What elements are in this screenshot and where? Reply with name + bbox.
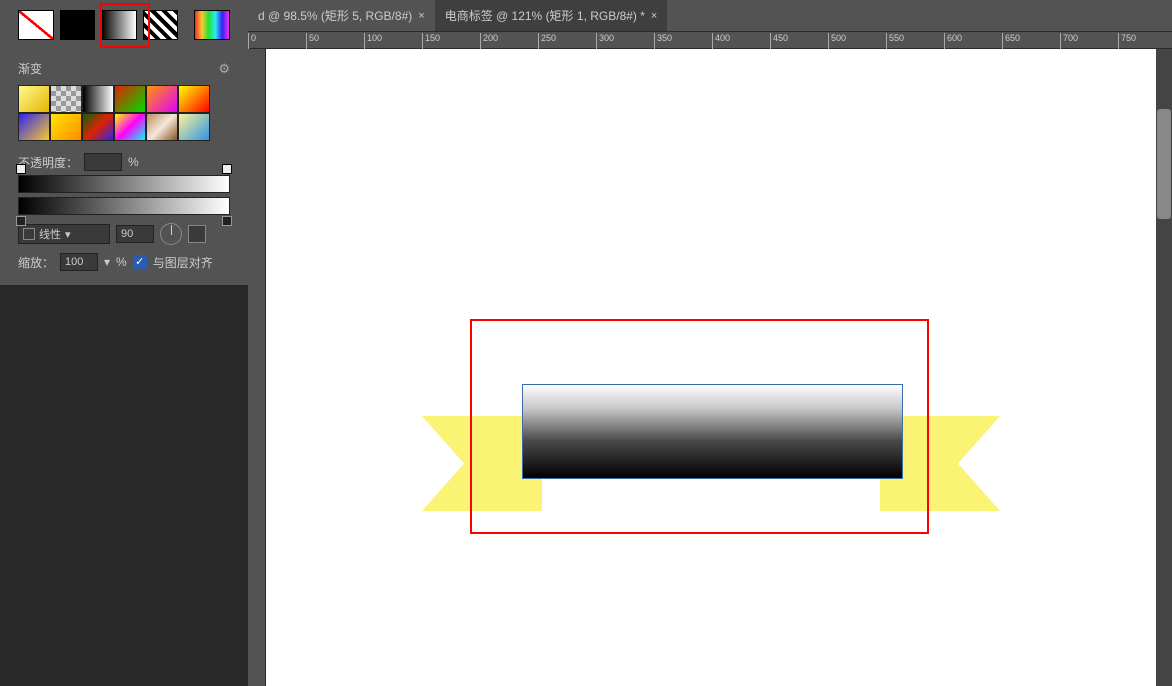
gradient-preset[interactable] xyxy=(146,113,178,141)
chevron-down-icon: ▾ xyxy=(65,228,71,241)
color-stop[interactable] xyxy=(16,216,26,226)
ruler-tick: 450 xyxy=(770,33,820,49)
gradient-preset[interactable] xyxy=(18,113,50,141)
color-picker-swatch[interactable] xyxy=(194,10,230,40)
gradient-preset[interactable] xyxy=(18,85,50,113)
scrollbar-thumb[interactable] xyxy=(1157,109,1171,219)
ruler-tick: 650 xyxy=(1002,33,1052,49)
ruler-tick: 500 xyxy=(828,33,878,49)
reverse-gradient-icon[interactable] xyxy=(188,225,206,243)
opacity-stop[interactable] xyxy=(16,164,26,174)
ruler-tick: 150 xyxy=(422,33,472,49)
gradient-preset[interactable] xyxy=(114,85,146,113)
vertical-scrollbar[interactable] xyxy=(1156,49,1172,686)
gradient-preset[interactable] xyxy=(114,113,146,141)
angle-input[interactable] xyxy=(116,225,154,243)
gradient-preset[interactable] xyxy=(82,113,114,141)
color-stops-bar[interactable] xyxy=(18,197,230,215)
ruler-tick: 100 xyxy=(364,33,414,49)
gradient-preset[interactable] xyxy=(50,113,82,141)
ruler-tick: 0 xyxy=(248,33,298,49)
ruler-tick: 400 xyxy=(712,33,762,49)
color-stop[interactable] xyxy=(222,216,232,226)
gradient-type-select[interactable]: 线性 ▾ xyxy=(18,224,110,244)
opacity-stops-bar[interactable] xyxy=(18,175,230,193)
document-tabs: d @ 98.5% (矩形 5, RGB/8#) × 电商标签 @ 121% (… xyxy=(248,0,1172,31)
gradient-preset[interactable] xyxy=(146,85,178,113)
chevron-down-icon[interactable]: ▾ xyxy=(104,255,110,269)
scale-unit: % xyxy=(116,255,127,269)
ruler-tick: 300 xyxy=(596,33,646,49)
gradient-preset[interactable] xyxy=(178,113,210,141)
ruler-tick: 550 xyxy=(886,33,936,49)
fill-none-swatch[interactable] xyxy=(18,10,54,40)
opacity-stop[interactable] xyxy=(222,164,232,174)
scale-label: 缩放： xyxy=(18,254,54,271)
fill-solid-swatch[interactable] xyxy=(60,10,96,40)
document-tab[interactable]: 电商标签 @ 121% (矩形 1, RGB/8#) * × xyxy=(435,0,668,31)
red-highlight-canvas xyxy=(470,319,929,534)
opacity-unit: % xyxy=(128,155,139,169)
ruler-tick: 700 xyxy=(1060,33,1110,49)
tool-options-bar xyxy=(0,0,248,50)
ruler-tick: 200 xyxy=(480,33,530,49)
align-checkbox[interactable]: ✓ xyxy=(133,255,147,269)
close-icon[interactable]: × xyxy=(418,10,424,22)
horizontal-ruler: 0 50 100 150 200 250 300 350 400 450 500… xyxy=(248,31,1172,49)
tab-label: d @ 98.5% (矩形 5, RGB/8#) xyxy=(258,7,412,24)
close-icon[interactable]: × xyxy=(651,10,657,22)
gradient-preset[interactable] xyxy=(50,85,82,113)
ruler-tick: 250 xyxy=(538,33,588,49)
align-label: 与图层对齐 xyxy=(153,254,213,271)
opacity-label: 不透明度： xyxy=(18,154,78,171)
ruler-tick: 600 xyxy=(944,33,994,49)
document-tab[interactable]: d @ 98.5% (矩形 5, RGB/8#) × xyxy=(248,0,435,31)
type-label: 线性 xyxy=(39,226,61,242)
gradient-presets xyxy=(18,85,210,141)
gear-icon[interactable]: ⚙ xyxy=(218,61,230,77)
ruler-tick: 350 xyxy=(654,33,704,49)
red-highlight-toolbar xyxy=(100,3,150,48)
vertical-ruler xyxy=(248,49,266,686)
angle-dial-icon[interactable] xyxy=(160,223,182,245)
canvas[interactable] xyxy=(266,49,1172,686)
scale-input[interactable] xyxy=(60,253,98,271)
type-preview-icon xyxy=(23,228,35,240)
ruler-tick: 50 xyxy=(306,33,356,49)
gradient-panel: 渐变 ⚙ 不透明度： % 线性 ▾ xyxy=(0,50,248,285)
panel-title: 渐变 xyxy=(18,60,42,77)
tab-label: 电商标签 @ 121% (矩形 1, RGB/8#) * xyxy=(445,7,645,24)
gradient-preset[interactable] xyxy=(82,85,114,113)
opacity-input[interactable] xyxy=(84,153,122,171)
gradient-preset[interactable] xyxy=(178,85,210,113)
ruler-tick: 750 xyxy=(1118,33,1168,49)
